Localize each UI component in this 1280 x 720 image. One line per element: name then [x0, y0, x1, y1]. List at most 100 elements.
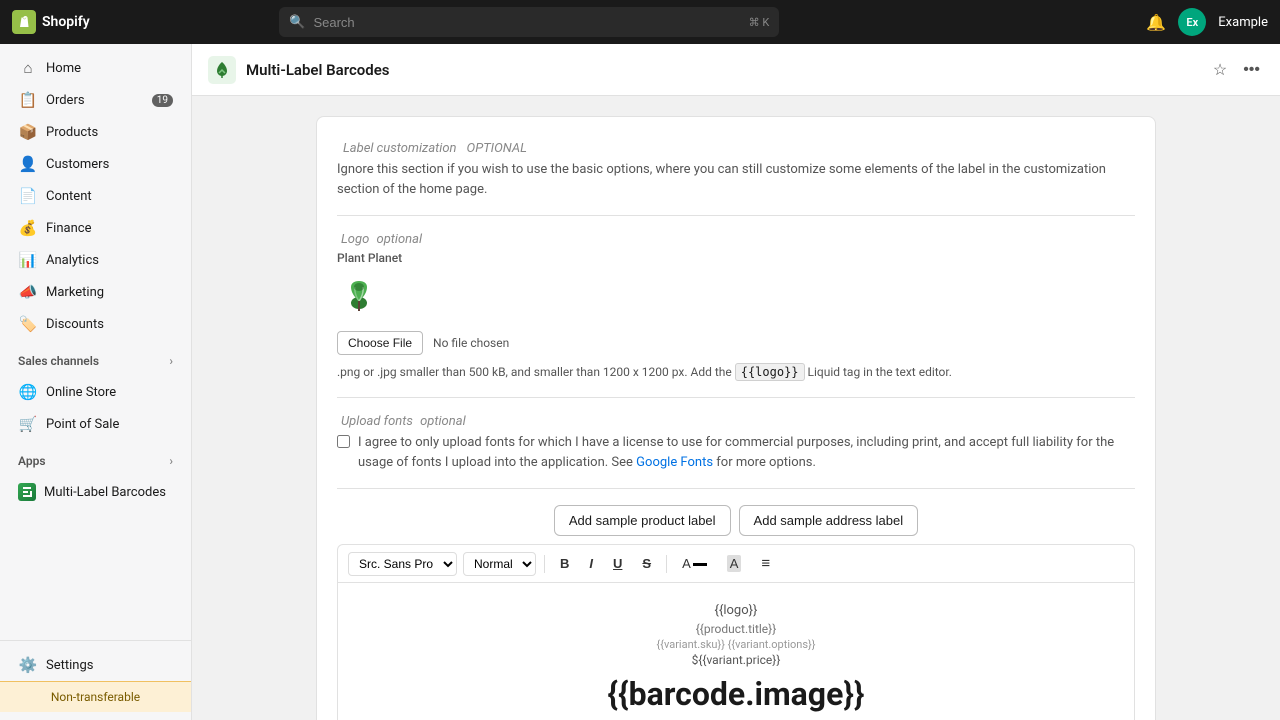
- label-customization-card: Label customization OPTIONAL Ignore this…: [316, 116, 1156, 720]
- star-button[interactable]: ☆: [1209, 56, 1231, 84]
- sidebar-item-label: Point of Sale: [46, 417, 119, 432]
- italic-button[interactable]: I: [582, 552, 600, 575]
- sidebar-item-label: Home: [46, 61, 81, 76]
- search-input[interactable]: [313, 15, 740, 30]
- orders-icon: 📋: [18, 91, 38, 109]
- section-description: Ignore this section if you wish to use t…: [337, 160, 1135, 199]
- sidebar-item-customers[interactable]: 👤 Customers: [6, 149, 185, 179]
- shopify-logo[interactable]: Shopify: [12, 10, 90, 34]
- sidebar: ⌂ Home 📋 Orders 19 📦 Products 👤 Customer…: [0, 44, 192, 720]
- file-input-row: Choose File No file chosen: [337, 331, 1135, 355]
- topbar: Shopify 🔍 ⌘ K 🔔 Ex Example: [0, 0, 1280, 44]
- editor-logo-tag: {{logo}}: [358, 603, 1114, 618]
- apps-section[interactable]: Apps ›: [6, 448, 185, 474]
- sidebar-item-label: Products: [46, 125, 98, 140]
- divider-2: [337, 397, 1135, 398]
- highlight-color-button[interactable]: A: [720, 551, 749, 576]
- online-store-icon: 🌐: [18, 383, 38, 401]
- sidebar-item-multi-label-barcodes[interactable]: Multi-Label Barcodes: [6, 477, 185, 507]
- sidebar-item-label: Orders: [46, 93, 85, 108]
- search-bar[interactable]: 🔍 ⌘ K: [279, 7, 779, 37]
- file-hint: .png or .jpg smaller than 500 kB, and sm…: [337, 363, 1135, 381]
- orders-badge: 19: [152, 94, 173, 107]
- choose-file-button[interactable]: Choose File: [337, 331, 423, 355]
- app-icon: [18, 483, 36, 501]
- more-options-button[interactable]: •••: [1239, 57, 1264, 83]
- notification-bell-icon[interactable]: 🔔: [1146, 13, 1166, 32]
- sales-channels-section[interactable]: Sales channels ›: [6, 348, 185, 374]
- non-transferable-label: Non-transferable: [51, 690, 140, 704]
- discounts-icon: 🏷️: [18, 315, 38, 333]
- sidebar-item-online-store[interactable]: 🌐 Online Store: [6, 377, 185, 407]
- page-content: Label customization OPTIONAL Ignore this…: [192, 96, 1280, 720]
- plant-logo: [337, 273, 1135, 321]
- apps-label: Apps: [18, 454, 46, 468]
- sidebar-item-point-of-sale[interactable]: 🛒 Point of Sale: [6, 409, 185, 439]
- underline-button[interactable]: U: [606, 552, 629, 575]
- text-color-letter: A: [682, 556, 691, 571]
- sidebar-item-label: Discounts: [46, 317, 104, 332]
- sidebar-item-label: Settings: [46, 658, 93, 673]
- editor-variant-tags: {{variant.sku}} {{variant.options}}: [358, 638, 1114, 651]
- highlight-letter: A: [727, 555, 742, 572]
- sidebar-item-label: Content: [46, 189, 92, 204]
- align-button[interactable]: ≡: [754, 551, 777, 576]
- home-icon: ⌂: [18, 59, 38, 77]
- point-of-sale-icon: 🛒: [18, 415, 38, 433]
- font-size-select[interactable]: Normal: [463, 552, 536, 576]
- sales-channels-label: Sales channels: [18, 354, 99, 368]
- google-fonts-link[interactable]: Google Fonts: [636, 455, 713, 470]
- topbar-right: 🔔 Ex Example: [1146, 8, 1268, 36]
- sidebar-item-marketing[interactable]: 📣 Marketing: [6, 277, 185, 307]
- main-layout: ⌂ Home 📋 Orders 19 📦 Products 👤 Customer…: [0, 44, 1280, 720]
- sidebar-item-home[interactable]: ⌂ Home: [6, 53, 185, 83]
- content-icon: 📄: [18, 187, 38, 205]
- strikethrough-button[interactable]: S: [635, 552, 658, 575]
- sidebar-item-finance[interactable]: 💰 Finance: [6, 213, 185, 243]
- sidebar-item-orders[interactable]: 📋 Orders 19: [6, 85, 185, 115]
- fonts-agreement-row: I agree to only upload fonts for which I…: [337, 433, 1135, 472]
- toolbar-divider-1: [544, 555, 545, 573]
- search-shortcut: ⌘ K: [749, 16, 770, 29]
- app-logo-icon: [208, 56, 236, 84]
- finance-icon: 💰: [18, 219, 38, 237]
- sidebar-item-label: Finance: [46, 221, 91, 236]
- sidebar-item-analytics[interactable]: 📊 Analytics: [6, 245, 185, 275]
- search-icon: 🔍: [289, 15, 305, 30]
- sidebar-bottom: ⚙️ Settings Non-transferable: [0, 640, 191, 712]
- editor-barcode-tag: {{barcode.image}}: [358, 675, 1114, 713]
- page-title: Multi-Label Barcodes: [246, 61, 390, 79]
- plant-logo-image: [337, 273, 381, 317]
- avatar[interactable]: Ex: [1178, 8, 1206, 36]
- sidebar-item-products[interactable]: 📦 Products: [6, 117, 185, 147]
- page-header: Multi-Label Barcodes ☆ •••: [192, 44, 1280, 96]
- fonts-agreement-checkbox[interactable]: [337, 435, 350, 448]
- bold-button[interactable]: B: [553, 552, 576, 575]
- content-area: Multi-Label Barcodes ☆ ••• Label customi…: [192, 44, 1280, 720]
- divider-3: [337, 488, 1135, 489]
- chevron-right-icon: ›: [169, 354, 173, 368]
- fonts-agreement-text: I agree to only upload fonts for which I…: [358, 433, 1135, 472]
- add-sample-address-button[interactable]: Add sample address label: [739, 505, 919, 536]
- sidebar-item-settings[interactable]: ⚙️ Settings: [6, 650, 185, 680]
- settings-icon: ⚙️: [18, 656, 38, 674]
- sample-buttons: Add sample product label Add sample addr…: [337, 505, 1135, 536]
- editor-price-tag: ${{variant.price}}: [358, 653, 1114, 667]
- non-transferable-banner: Non-transferable: [0, 681, 191, 712]
- products-icon: 📦: [18, 123, 38, 141]
- font-family-select[interactable]: Src. Sans Pro: [348, 552, 457, 576]
- sidebar-item-label: Online Store: [46, 385, 116, 400]
- section-title: Label customization OPTIONAL: [337, 137, 1135, 156]
- sidebar-item-label: Analytics: [46, 253, 99, 268]
- editor-product-tag: {{product.title}}: [358, 622, 1114, 636]
- divider-1: [337, 215, 1135, 216]
- sidebar-item-label: Marketing: [46, 285, 104, 300]
- file-name-text: No file chosen: [433, 336, 509, 350]
- sidebar-item-label: Customers: [46, 157, 109, 172]
- add-sample-product-button[interactable]: Add sample product label: [554, 505, 731, 536]
- editor-content[interactable]: {{logo}} {{product.title}} {{variant.sku…: [337, 582, 1135, 720]
- text-color-button[interactable]: A: [675, 552, 714, 575]
- liquid-tag-logo: {{logo}}: [735, 363, 805, 381]
- sidebar-item-content[interactable]: 📄 Content: [6, 181, 185, 211]
- sidebar-item-discounts[interactable]: 🏷️ Discounts: [6, 309, 185, 339]
